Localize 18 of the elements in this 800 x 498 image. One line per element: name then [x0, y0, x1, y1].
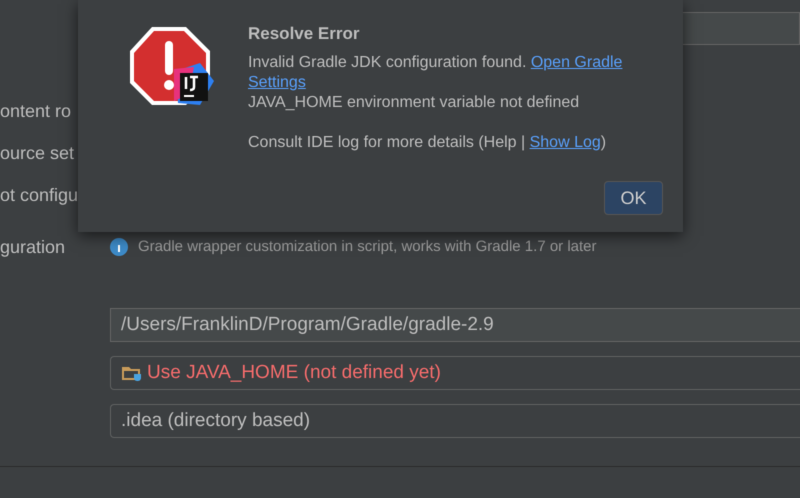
text-field[interactable]: /Users/FranklinD/Program/Gradle/gradle-2.9: [110, 308, 800, 342]
dialog-title: Resolve Error: [248, 23, 360, 43]
open-settings-link[interactable]: Settings: [248, 74, 306, 91]
option-label: ontent ro: [0, 100, 72, 122]
jdk-dropdown[interactable]: Use JAVA_HOME (not defined yet): [110, 356, 800, 390]
ok-button[interactable]: OK: [604, 181, 663, 215]
text-field[interactable]: .idea (directory based): [110, 404, 800, 438]
error-message: JAVA_HOME environment variable not defined: [248, 93, 580, 113]
info-icon: [110, 238, 128, 256]
option-label: ot configu: [0, 184, 78, 206]
open-settings-link[interactable]: Open Gradle: [530, 54, 622, 71]
option-label: ource set: [0, 142, 74, 164]
info-text: Gradle wrapper customization in script, works with Gradle 1.7 or later: [138, 236, 597, 257]
log-message: Consult IDE log for more details (Help | Show Log): [248, 133, 608, 153]
error-message: Invalid Gradle JDK configuration found. Open Gradle Settings: [248, 53, 624, 93]
folder-cup-icon: [121, 364, 143, 382]
show-log-link[interactable]: Show Log: [530, 134, 601, 151]
configuration-label: guration: [0, 236, 66, 259]
